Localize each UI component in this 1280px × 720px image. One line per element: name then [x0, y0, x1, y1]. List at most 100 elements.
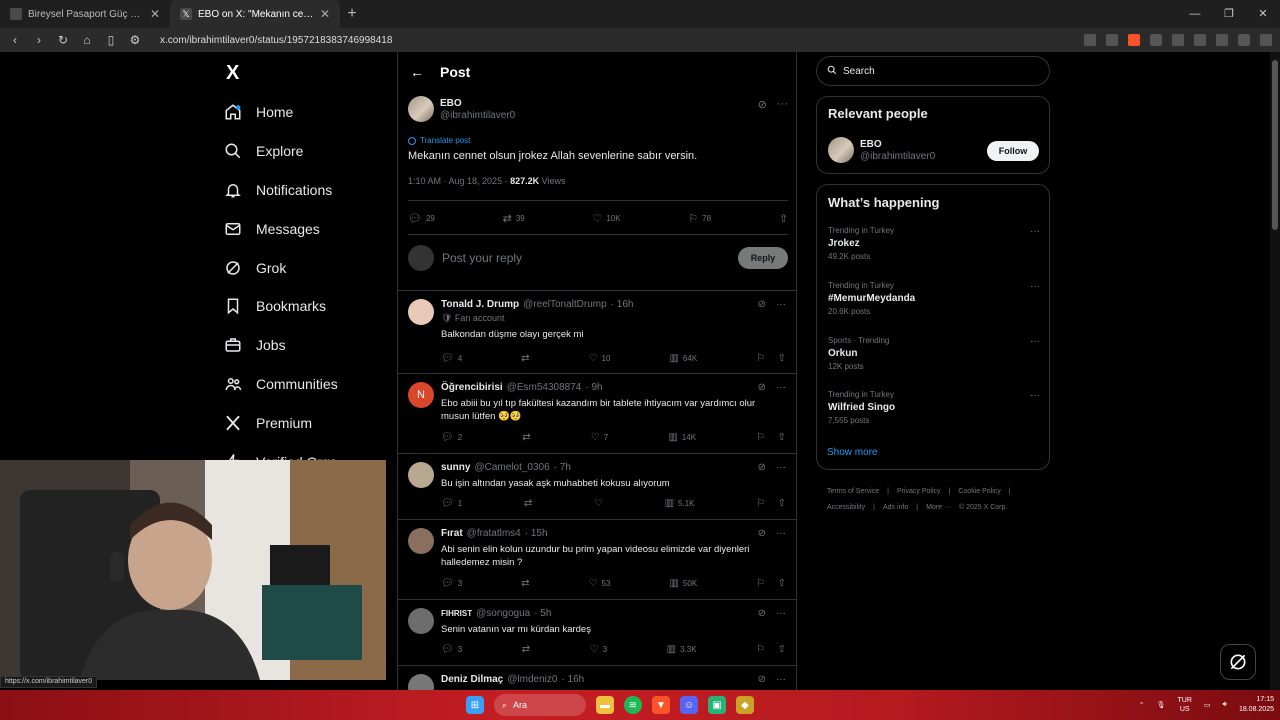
reply-action[interactable]: 💬︎ 3 — [441, 644, 462, 655]
reply-time[interactable]: · 7h — [554, 462, 571, 473]
site-info-icon[interactable]: ⚙ — [128, 33, 142, 47]
extensions-icon[interactable] — [1216, 34, 1228, 46]
reply-author-handle[interactable]: @Camelot_0306 — [474, 462, 549, 473]
browser-tab-passport[interactable]: Bireysel Pasaport Güç Sıralaması 2025 ✕ — [0, 0, 170, 28]
post-time[interactable]: 1:10 AM · Aug 18, 2025 · — [408, 176, 510, 186]
person-name[interactable]: EBO — [860, 139, 935, 150]
brave-browser-icon[interactable]: ▼ — [652, 696, 670, 714]
views-action[interactable]: ▥ 64K — [669, 353, 697, 364]
grok-icon[interactable]: ⊘ — [758, 98, 767, 111]
spotify-icon[interactable]: ≋ — [624, 696, 642, 714]
grok-icon[interactable]: ⊘ — [758, 608, 766, 619]
more-icon[interactable]: ··· — [776, 528, 786, 539]
grok-icon[interactable]: ⊘ — [758, 382, 766, 393]
grok-icon[interactable]: ⊘ — [758, 674, 766, 685]
footer-link[interactable]: Ads info — [883, 504, 908, 511]
bookmark-share[interactable]: ⚐ ⇧ — [756, 578, 786, 589]
nav-jobs[interactable]: Jobs — [224, 333, 286, 357]
more-icon[interactable]: ··· — [776, 299, 786, 310]
reply-time[interactable]: · 16h — [611, 299, 634, 310]
reply-author-name[interactable]: Fırat — [441, 528, 463, 539]
reply-action[interactable]: 💬︎ 1 — [441, 498, 462, 509]
reply-time[interactable]: · 9h — [585, 382, 602, 393]
taskbar-search[interactable]: ⌕ Ara — [494, 694, 586, 716]
scrollbar-thumb[interactable] — [1272, 60, 1278, 230]
bookmark-share[interactable]: ⚐ ⇧ — [756, 353, 786, 364]
clock[interactable]: 17:15 18.08.2025 — [1239, 695, 1274, 715]
more-icon[interactable]: ··· — [1030, 226, 1040, 237]
like-action[interactable]: ♡ 7 — [591, 432, 608, 443]
views-action[interactable]: ▥ 3.3K — [667, 644, 697, 655]
like-action[interactable]: ♡ — [594, 498, 603, 509]
reply-item[interactable]: FIHRIST @songogua · 5h ⊘ ··· Senin vatanın v… — [398, 599, 796, 665]
home-icon[interactable]: ⌂ — [80, 33, 94, 47]
reply-author-name[interactable]: Öğrencibirisi — [441, 382, 503, 393]
reply-time[interactable]: · 15h — [525, 528, 548, 539]
reply-item[interactable]: Deniz Dilmaç @lmdeniz0 · 16h ⊘ ··· — [398, 665, 796, 690]
more-icon[interactable]: ··· — [776, 462, 786, 473]
repost-action[interactable]: ⇄ — [522, 432, 530, 443]
post-author[interactable]: EBO @ibrahimtilaver0 — [408, 96, 788, 122]
reply-author-handle[interactable]: @songogua — [476, 608, 530, 619]
more-icon[interactable]: ··· — [776, 608, 786, 619]
browser-tab-x-post[interactable]: 𝕏 EBO on X: "Mekanın cennet olsun ✕ — [170, 0, 340, 28]
like-action[interactable]: ♡ 10K — [592, 212, 620, 225]
grok-icon[interactable]: ⊘ — [758, 299, 766, 310]
reply-button[interactable]: Reply — [738, 247, 788, 269]
footer-link[interactable]: Cookie Policy — [958, 488, 1000, 495]
avatar[interactable] — [408, 96, 434, 122]
close-icon[interactable]: ✕ — [320, 7, 330, 21]
views-action[interactable]: ▥ 5.1K — [665, 498, 695, 509]
extension-icon[interactable] — [1194, 34, 1206, 46]
url-field[interactable]: x.com/ibrahimtilaver0/status/19572183837… — [160, 35, 392, 46]
reply-author-name[interactable]: Deniz Dilmaç — [441, 674, 503, 685]
avatar[interactable] — [408, 528, 434, 554]
footer-link[interactable]: Accessibility — [827, 504, 865, 511]
file-explorer-icon[interactable]: ▬ — [596, 696, 614, 714]
bookmark-share[interactable]: ⚐ ⇧ — [756, 498, 786, 509]
follow-button[interactable]: Follow — [987, 141, 1039, 161]
avatar[interactable] — [408, 462, 434, 488]
close-window-icon[interactable]: ✕ — [1246, 0, 1280, 28]
reply-action[interactable]: 💬︎ 2 — [441, 432, 462, 443]
person-handle[interactable]: @ibrahimtilaver0 — [860, 151, 935, 162]
nav-explore[interactable]: Explore — [224, 139, 303, 163]
reply-author-handle[interactable]: @lmdeniz0 — [507, 674, 557, 685]
footer-link[interactable]: Privacy Policy — [897, 488, 941, 495]
reply-item[interactable]: N Öğrencibirisi @Esm54308874 · 9h ⊘ ··· Ebo … — [398, 373, 796, 453]
trend-item[interactable]: Trending in Turkey Wilfried Singo 7,555 … — [828, 390, 1040, 425]
screen-icon[interactable] — [1084, 34, 1096, 46]
more-icon[interactable]: ··· — [776, 382, 786, 393]
minimize-icon[interactable]: — — [1178, 0, 1212, 28]
bookmark-action[interactable]: ⚐ 78 — [688, 212, 711, 225]
repost-action[interactable]: ⇄ — [522, 644, 530, 655]
nav-grok[interactable]: Grok — [224, 256, 286, 280]
more-icon[interactable]: ··· — [1030, 336, 1040, 347]
like-action[interactable]: ♡ 3 — [590, 644, 607, 655]
nav-bookmarks[interactable]: Bookmarks — [224, 294, 326, 318]
language-indicator[interactable]: TUR US — [1178, 696, 1192, 714]
extension-icon[interactable] — [1150, 34, 1162, 46]
more-icon[interactable]: ··· — [776, 674, 786, 685]
more-icon[interactable]: ··· — [1030, 390, 1040, 401]
brave-shield-icon[interactable] — [1128, 34, 1140, 46]
bookmark-share[interactable]: ⚐ ⇧ — [756, 644, 786, 655]
extension-icon[interactable] — [1172, 34, 1184, 46]
more-icon[interactable]: ··· — [1030, 281, 1040, 292]
repost-action[interactable]: ⇄ 39 — [503, 212, 525, 225]
chevron-up-icon[interactable]: ⌃ — [1139, 701, 1145, 709]
menu-icon[interactable] — [1260, 34, 1272, 46]
grok-icon[interactable]: ⊘ — [758, 528, 766, 539]
repost-action[interactable]: ⇄ — [524, 498, 532, 509]
search-input[interactable]: Search — [816, 56, 1050, 86]
grok-icon[interactable]: ⊘ — [758, 462, 766, 473]
views-action[interactable]: ▥ 50K — [669, 578, 697, 589]
reply-action[interactable]: 💬︎ 29 — [408, 212, 435, 225]
nav-notifications[interactable]: Notifications — [224, 178, 332, 202]
like-action[interactable]: ♡ 53 — [589, 578, 611, 589]
page-scrollbar[interactable] — [1270, 52, 1280, 690]
reply-author-handle[interactable]: @reelTonaltDrump — [523, 299, 607, 310]
avatar[interactable] — [408, 608, 434, 634]
reply-author-name[interactable]: Tonald J. Drump — [441, 299, 519, 310]
bookmark-share[interactable]: ⚐ ⇧ — [756, 432, 786, 443]
